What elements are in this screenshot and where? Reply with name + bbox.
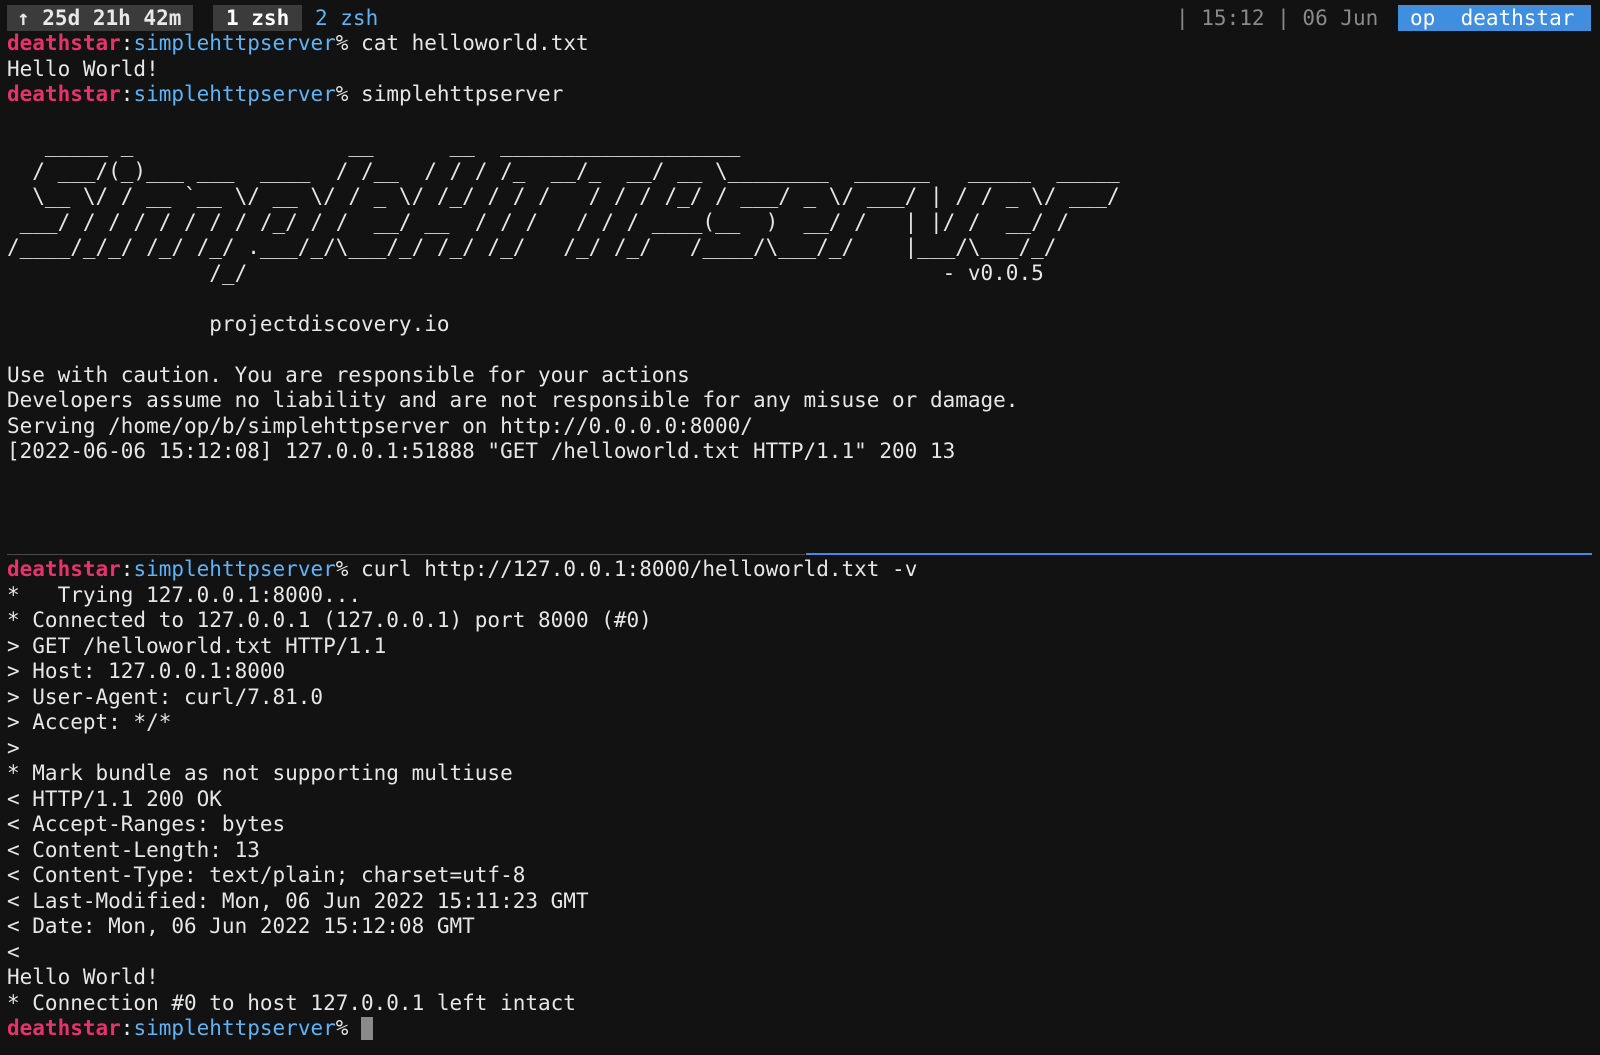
terminal-pane-top[interactable]: deathstar:simplehttpserver% cat hellowor… [7,31,1592,465]
prompt-host: deathstar [7,82,121,106]
prompt-suffix: % [335,557,362,581]
prompt-path: simplehttpserver [133,1016,336,1040]
curl-output-line: > [7,735,20,760]
output-line: Hello World! [7,56,159,81]
user-host-badge: op deathstar [1398,5,1591,31]
ascii-banner: _____ _ __ __ ___________________ / ___/… [7,133,1120,285]
curl-output-line: < Date: Mon, 06 Jun 2022 15:12:08 GMT [7,914,475,938]
prompt-line: deathstar:simplehttpserver% cat hellowor… [7,31,1592,57]
prompt-separator: : [120,557,134,581]
tmux-window-2-tab[interactable]: 2 zsh [315,5,378,31]
active-pane-divider[interactable] [806,553,1592,555]
prompt-line: deathstar:simplehttpserver% curl http://… [7,557,1592,583]
prompt-host: deathstar [7,1016,121,1040]
prompt-path: simplehttpserver [133,557,336,581]
status-clock: | 15:12 | 06 Jun [1176,6,1379,30]
liability-notice: Developers assume no liability and are n… [7,388,1019,412]
curl-output-line: > User-Agent: curl/7.81.0 [7,684,324,709]
curl-output-line: * Connection #0 to host 127.0.0.1 left i… [7,990,576,1015]
prompt-suffix: % [335,31,362,55]
website-text: projectdiscovery.io [7,311,450,336]
prompt-separator: : [120,31,134,55]
caution-notice: Use with caution. You are responsible fo… [7,362,690,387]
prompt-suffix: % [335,82,362,106]
prompt-line: deathstar:simplehttpserver% simplehttpse… [7,82,1592,108]
prompt-path: simplehttpserver [133,82,336,106]
curl-output-line: Hello World! [7,965,159,989]
command-text: curl http://127.0.0.1:8000/helloworld.tx… [361,557,918,581]
curl-output-line: > Accept: */* [7,710,172,734]
terminal-cursor [361,1017,374,1040]
uptime-indicator: ↑ 25d 21h 42m [7,5,194,31]
active-prompt-line[interactable]: deathstar:simplehttpserver% [7,1016,1592,1042]
command-text: cat helloworld.txt [361,31,589,55]
curl-output-line: < Content-Length: 13 [7,837,260,862]
curl-output-line: > GET /helloworld.txt HTTP/1.1 [7,633,387,658]
tmux-status-bar: ↑ 25d 21h 42m 1 zsh 2 zsh | 15:12 | 06 J… [0,5,1600,31]
command-text: simplehttpserver [361,82,564,106]
curl-output-line: * Mark bundle as not supporting multiuse [7,761,513,785]
prompt-host: deathstar [7,31,121,55]
curl-output-line: < Last-Modified: Mon, 06 Jun 2022 15:11:… [7,888,589,913]
prompt-suffix: % [335,1016,362,1040]
tmux-window-1-tab[interactable]: 1 zsh [213,5,303,31]
prompt-path: simplehttpserver [133,31,336,55]
curl-output-line: < HTTP/1.1 200 OK [7,786,222,811]
curl-output-line: * Trying 127.0.0.1:8000... [7,582,362,607]
access-log-line: [2022-06-06 15:12:08] 127.0.0.1:51888 "G… [7,439,956,463]
curl-output-line: < Accept-Ranges: bytes [7,812,286,836]
terminal-pane-bottom[interactable]: deathstar:simplehttpserver% curl http://… [7,557,1592,1042]
curl-output-line: * Connected to 127.0.0.1 (127.0.0.1) por… [7,608,652,632]
curl-output-line: < [7,939,20,964]
prompt-separator: : [120,82,134,106]
pane-divider[interactable] [7,554,805,555]
prompt-separator: : [120,1016,134,1040]
prompt-host: deathstar [7,557,121,581]
curl-output-line: < Content-Type: text/plain; charset=utf-… [7,863,526,887]
serving-status: Serving /home/op/b/simplehttpserver on h… [7,413,753,438]
curl-output-line: > Host: 127.0.0.1:8000 [7,659,286,683]
